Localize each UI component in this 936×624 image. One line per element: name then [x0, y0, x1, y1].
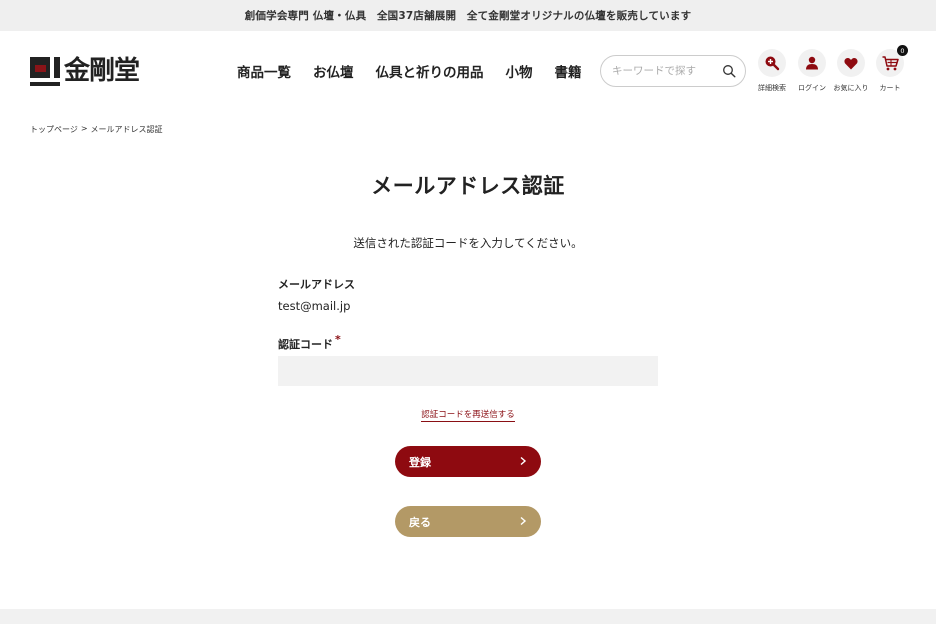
email-value: test@mail.jp: [278, 299, 351, 313]
email-label: メールアドレス: [278, 278, 355, 291]
nav-item-books[interactable]: 書籍: [555, 61, 582, 81]
chevron-right-icon: [520, 516, 527, 526]
instruction-text: 送信された認証コードを入力してください。: [353, 236, 583, 250]
verification-code-input[interactable]: [278, 356, 658, 386]
nav-item-accessories[interactable]: 小物: [506, 61, 533, 81]
resend-row: 認証コードを再送信する: [0, 402, 936, 422]
nav-item-products[interactable]: 商品一覧: [237, 61, 291, 81]
search-box: [600, 55, 746, 87]
breadcrumb: トップページ > メールアドレス認証: [30, 124, 163, 135]
user-icon: [806, 56, 818, 70]
code-label-row: 認証コード *: [278, 333, 341, 352]
cart-label: カート: [879, 84, 901, 92]
announcement-text: 創価学会専門 仏壇・仏具 全国37店舗展開 全て金剛堂オリジナルの仏壇を販売して…: [244, 10, 692, 22]
required-mark: *: [335, 333, 341, 346]
cart-icon: [882, 55, 899, 70]
cart-button[interactable]: 0 カート: [867, 45, 913, 97]
login-label: ログイン: [798, 84, 826, 92]
detail-search-label: 詳細検索: [758, 84, 786, 92]
search-plus-icon: [765, 56, 780, 71]
announcement-bar: 創価学会専門 仏壇・仏具 全国37店舗展開 全て金剛堂オリジナルの仏壇を販売して…: [0, 0, 936, 31]
site-header: 金剛堂 商品一覧 お仏壇 仏具と祈りの用品 小物 書籍 詳細検索: [0, 31, 936, 111]
logo-mark-icon: [30, 56, 60, 86]
heart-icon: [844, 57, 858, 69]
search-input[interactable]: [612, 65, 724, 77]
nav-item-butsudan[interactable]: お仏壇: [313, 61, 354, 81]
search-icon[interactable]: [722, 64, 736, 78]
cart-count-badge: 0: [897, 45, 908, 56]
site-logo[interactable]: 金剛堂: [30, 56, 190, 86]
breadcrumb-current: メールアドレス認証: [90, 125, 163, 134]
resend-code-link[interactable]: 認証コードを再送信する: [421, 410, 515, 422]
chevron-right-icon: [520, 456, 527, 466]
breadcrumb-home[interactable]: トップページ: [30, 124, 78, 135]
favorites-label: お気に入り: [833, 84, 869, 92]
code-label: 認証コード: [278, 338, 333, 351]
register-button[interactable]: 登録: [395, 446, 541, 477]
back-button[interactable]: 戻る: [395, 506, 541, 537]
register-button-label: 登録: [409, 455, 431, 469]
back-button-label: 戻る: [409, 515, 431, 529]
page-title: メールアドレス認証: [371, 174, 565, 198]
main-nav: 商品一覧 お仏壇 仏具と祈りの用品 小物 書籍: [237, 61, 604, 81]
logo-text: 金剛堂: [64, 56, 140, 86]
nav-item-butsugu[interactable]: 仏具と祈りの用品: [376, 61, 484, 81]
footer-band: [0, 609, 936, 624]
breadcrumb-separator: >: [80, 124, 88, 133]
